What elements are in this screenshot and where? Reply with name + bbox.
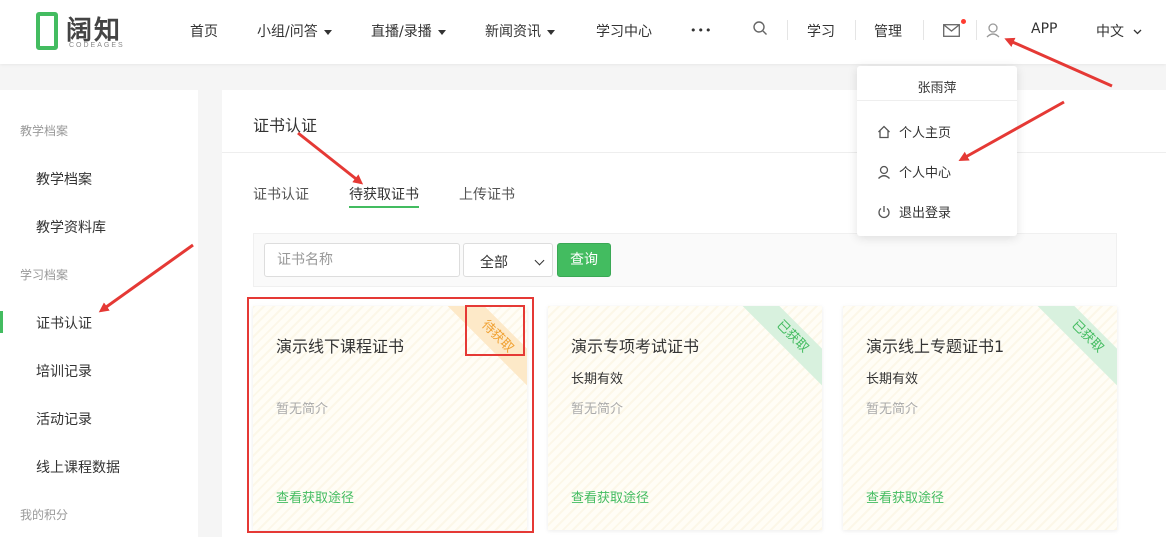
nav-divider: [855, 20, 856, 40]
search-icon[interactable]: [752, 20, 768, 40]
sidebar-group-learning: 学习档案: [20, 268, 69, 282]
sidebar-item-online-course[interactable]: 线上课程数据: [36, 457, 120, 477]
card-validity: 长期有效: [866, 372, 919, 387]
logo-mark-icon: [36, 12, 58, 50]
caret-down-icon: [323, 29, 332, 35]
nav-news[interactable]: 新闻资讯: [485, 21, 555, 41]
sidebar: 教学档案 教学档案 教学资料库 学习档案 证书认证 培训记录 活动记录 线上课程…: [0, 90, 198, 537]
nav-groups[interactable]: 小组/问答: [257, 21, 332, 41]
sidebar-item-activities[interactable]: 活动记录: [36, 409, 92, 429]
language-select[interactable]: 中文: [1096, 21, 1142, 41]
card-validity: 长期有效: [571, 372, 624, 387]
view-obtain-method-link[interactable]: 查看获取途径: [866, 487, 944, 506]
chevron-down-icon: [534, 255, 545, 266]
caret-down-icon: [437, 29, 446, 35]
sidebar-item-teaching-archive[interactable]: 教学档案: [36, 169, 92, 189]
language-label: 中文: [1096, 24, 1124, 40]
menu-item-profile-label: 个人主页: [899, 126, 952, 141]
tab-upload-certificate[interactable]: 上传证书: [459, 184, 515, 204]
menu-item-personal-center-label: 个人中心: [899, 166, 952, 181]
nav-groups-label: 小组/问答: [257, 24, 318, 40]
menu-item-logout-label: 退出登录: [899, 206, 952, 221]
user-dropdown-menu: 张雨萍 个人主页 个人中心 退出登录: [857, 66, 1017, 236]
sidebar-item-training[interactable]: 培训记录: [36, 361, 92, 381]
nav-app[interactable]: APP: [1031, 21, 1057, 37]
top-navbar: 阔知 CODEAGES 首页 小组/问答 直播/录播 新闻资讯 学习中心 •••…: [0, 0, 1166, 64]
status-badge: 已获取: [740, 306, 822, 389]
card-title: 演示线上专题证书1: [866, 337, 1005, 356]
notification-dot: [961, 19, 966, 24]
chevron-down-icon: [1133, 29, 1142, 35]
caret-down-icon: [547, 29, 555, 35]
sidebar-group-teaching: 教学档案: [20, 124, 69, 138]
sidebar-item-teaching-materials[interactable]: 教学资料库: [36, 217, 106, 237]
nav-divider: [923, 20, 924, 40]
user-icon: [878, 165, 890, 179]
title-divider: [222, 152, 1166, 153]
certificate-card[interactable]: 已获取 演示线上专题证书1 长期有效 暂无简介 查看获取途径: [843, 306, 1117, 530]
filter-bar: 全部 查询: [253, 233, 1117, 287]
sidebar-item-certificates[interactable]: 证书认证: [36, 313, 92, 333]
mail-icon[interactable]: [943, 22, 960, 41]
sidebar-group-points: 我的积分: [20, 508, 69, 522]
menu-item-personal-center[interactable]: 个人中心: [877, 162, 951, 181]
card-title: 演示专项考试证书: [571, 337, 700, 356]
menu-item-logout[interactable]: 退出登录: [877, 202, 951, 221]
user-icon[interactable]: [985, 22, 1001, 42]
annotation-highlight-box: [465, 305, 525, 356]
card-description: 暂无简介: [866, 402, 919, 417]
nav-more[interactable]: •••: [690, 24, 712, 37]
tab-certificates[interactable]: 证书认证: [253, 184, 309, 204]
sidebar-active-indicator: [0, 311, 3, 333]
card-description: 暂无简介: [571, 402, 624, 417]
page-title: 证书认证: [253, 116, 318, 135]
nav-study[interactable]: 学习: [807, 21, 835, 41]
nav-divider: [976, 20, 977, 40]
dropdown-divider: [857, 100, 1017, 101]
menu-item-profile[interactable]: 个人主页: [877, 122, 951, 141]
nav-live-label: 直播/录播: [371, 24, 432, 40]
power-icon: [878, 206, 890, 219]
brand-subtitle: CODEAGES: [69, 42, 125, 49]
active-tab-underline: [349, 206, 419, 208]
certificate-card[interactable]: 已获取 演示专项考试证书 长期有效 暂无简介 查看获取途径: [548, 306, 822, 530]
status-badge: 已获取: [1035, 306, 1117, 389]
brand-logo[interactable]: 阔知 CODEAGES: [36, 10, 146, 54]
nav-news-label: 新闻资讯: [485, 24, 541, 40]
nav-home[interactable]: 首页: [190, 21, 218, 41]
view-obtain-method-link[interactable]: 查看获取途径: [571, 487, 649, 506]
certificate-name-input[interactable]: [264, 243, 460, 277]
dropdown-username: 张雨萍: [917, 81, 957, 96]
nav-divider: [787, 20, 788, 40]
home-icon: [878, 125, 890, 139]
nav-manage[interactable]: 管理: [874, 21, 902, 41]
nav-live[interactable]: 直播/录播: [371, 21, 446, 41]
status-select[interactable]: 全部: [463, 243, 553, 277]
nav-learning-center[interactable]: 学习中心: [596, 21, 652, 41]
query-button[interactable]: 查询: [557, 243, 611, 277]
tab-pending-certificates[interactable]: 待获取证书: [349, 184, 419, 204]
status-select-value: 全部: [480, 255, 508, 271]
